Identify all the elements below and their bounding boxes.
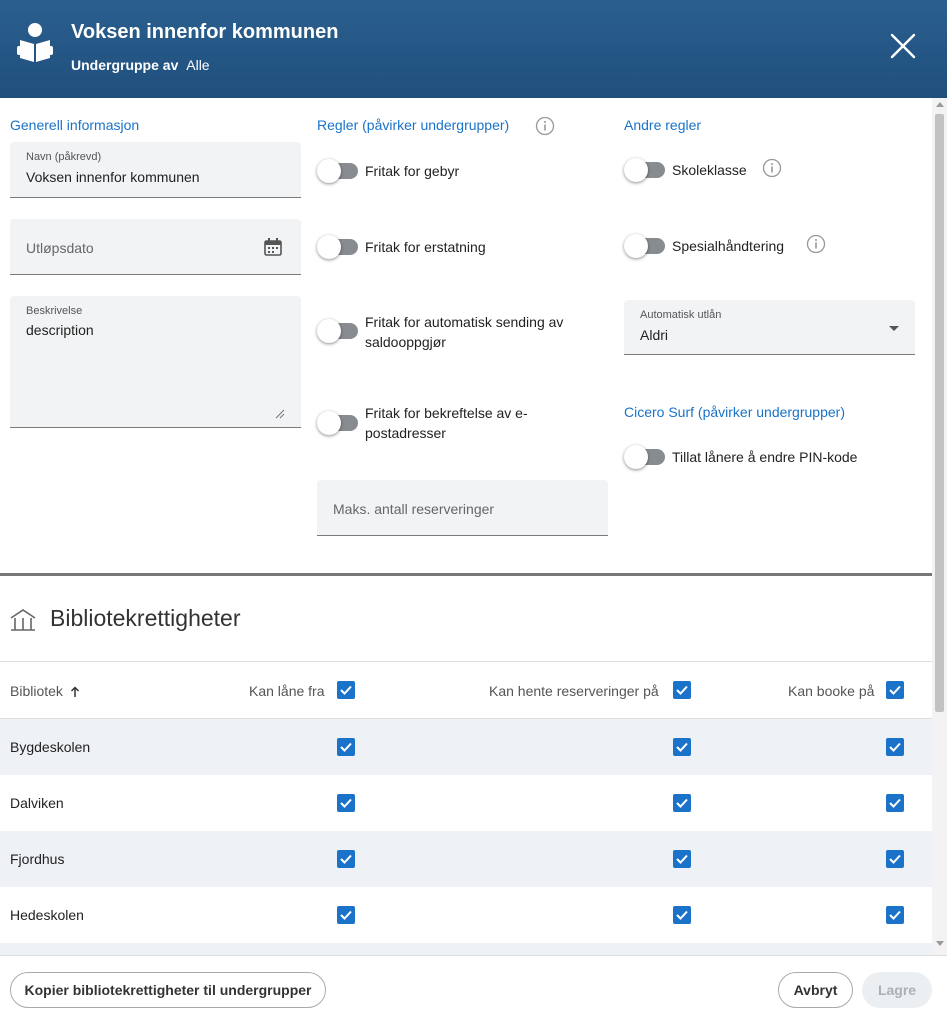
library-building-icon [10,609,36,631]
can-borrow-checkbox[interactable] [337,850,355,868]
can-book-checkbox[interactable] [886,850,904,868]
other-rules-heading: Andre regler [624,117,702,133]
table-row: Dalviken [0,775,932,831]
toggle-special-handling[interactable] [624,234,665,258]
scrollbar-thumb[interactable] [935,114,944,712]
toggle-replacement-exemption-label: Fritak for erstatning [365,239,486,255]
library-rights-table-header: Bibliotek Kan låne fra Kan hente reserve… [0,661,932,719]
dialog-header: Voksen innenfor kommunen Undergruppe av … [0,0,947,98]
column-can-pickup: Kan hente reserveringer på [489,683,659,699]
can-borrow-checkbox[interactable] [337,738,355,756]
calendar-icon[interactable] [263,237,283,257]
toggle-special-handling-label: Spesialhåndtering [672,238,785,254]
select-all-can-pickup-checkbox[interactable] [673,681,691,699]
table-row: Bygdeskolen [0,719,932,775]
description-label: Beskrivelse [26,305,83,317]
general-info-heading: Generell informasjon [10,117,140,133]
school-class-info-icon[interactable] [762,158,782,178]
toggle-auto-statement-exemption-label: Fritak for automatisk sending av saldoop… [365,314,564,350]
toggle-email-confirmation-exemption-label: Fritak for bekreftelse av e-postadresser [365,405,528,441]
column-can-borrow: Kan låne fra [249,683,325,699]
name-field[interactable]: Navn (påkrevd) Voksen innenfor kommunen [10,142,301,198]
max-reservations-placeholder: Maks. antall reserveringer [333,501,495,517]
can-book-checkbox[interactable] [886,738,904,756]
library-name: Hedeskolen [10,907,84,923]
scroll-down-arrow-icon[interactable] [936,941,944,946]
auto-loan-select[interactable]: Automatisk utlån Aldri [624,300,915,355]
select-all-can-book-checkbox[interactable] [886,681,904,699]
special-handling-info-icon[interactable] [806,234,826,254]
toggle-fee-exemption[interactable] [317,159,358,183]
table-row: Hedeskolen [0,887,932,943]
auto-loan-value: Aldri [640,327,669,343]
save-button[interactable]: Lagre [862,972,932,1008]
table-row-partial [0,943,932,955]
column-library-label: Bibliotek [10,683,63,699]
table-row: Fjordhus [0,831,932,887]
copy-rights-button[interactable]: Kopier bibliotekrettigheter til undergru… [10,972,326,1008]
expiry-date-field[interactable]: Utløpsdato [10,219,301,275]
subtitle-prefix: Undergruppe av [71,57,179,73]
column-can-book: Kan booke på [788,683,875,699]
toggle-school-class[interactable] [624,158,665,182]
max-reservations-field[interactable]: Maks. antall reserveringer [317,480,608,536]
toggle-allow-pin-change-label: Tillat lånere å endre PIN-kode [672,449,858,465]
scroll-up-arrow-icon[interactable] [936,102,944,107]
toggle-fee-exemption-label: Fritak for gebyr [365,163,460,179]
library-name: Bygdeskolen [10,739,91,755]
parent-group-link[interactable]: Alle [186,57,209,73]
can-borrow-checkbox[interactable] [337,794,355,812]
close-icon[interactable] [888,31,918,61]
can-borrow-checkbox[interactable] [337,906,355,924]
cicero-surf-heading: Cicero Surf (påvirker undergrupper) [624,404,845,420]
dialog-subtitle: Undergruppe av Alle [71,57,210,73]
resize-handle-icon[interactable] [275,409,285,419]
rules-heading: Regler (påvirker undergrupper) [317,117,510,133]
library-rights-title: Bibliotekrettigheter [50,605,241,631]
toggle-allow-pin-change[interactable] [624,445,665,469]
dropdown-arrow-icon[interactable] [889,326,899,331]
library-name: Dalviken [10,795,64,811]
scrollbar[interactable] [932,98,947,955]
column-library[interactable]: Bibliotek [10,683,80,699]
name-field-value[interactable]: Voksen innenfor kommunen [26,169,200,185]
library-name: Fjordhus [10,851,65,867]
dialog-footer: Kopier bibliotekrettigheter til undergru… [0,955,947,1019]
cancel-button[interactable]: Avbryt [778,972,853,1008]
can-pickup-checkbox[interactable] [673,738,691,756]
section-divider [0,573,932,576]
dialog-title: Voksen innenfor kommunen [71,21,339,43]
description-field[interactable]: Beskrivelse description [10,296,301,428]
toggle-email-confirmation-exemption[interactable] [317,411,358,435]
toggle-auto-statement-exemption[interactable] [317,319,358,343]
toggle-school-class-label: Skoleklasse [672,162,747,178]
toggle-replacement-exemption[interactable] [317,235,358,259]
sort-ascending-icon[interactable] [70,686,80,698]
description-value[interactable]: description [26,322,94,338]
can-book-checkbox[interactable] [886,906,904,924]
can-book-checkbox[interactable] [886,794,904,812]
auto-loan-label: Automatisk utlån [640,309,722,321]
rules-info-icon[interactable] [535,116,555,136]
select-all-can-borrow-checkbox[interactable] [337,681,355,699]
name-field-label: Navn (påkrevd) [26,151,102,163]
can-pickup-checkbox[interactable] [673,906,691,924]
expiry-date-placeholder: Utløpsdato [26,240,94,256]
can-pickup-checkbox[interactable] [673,794,691,812]
reading-person-icon [17,23,53,62]
can-pickup-checkbox[interactable] [673,850,691,868]
